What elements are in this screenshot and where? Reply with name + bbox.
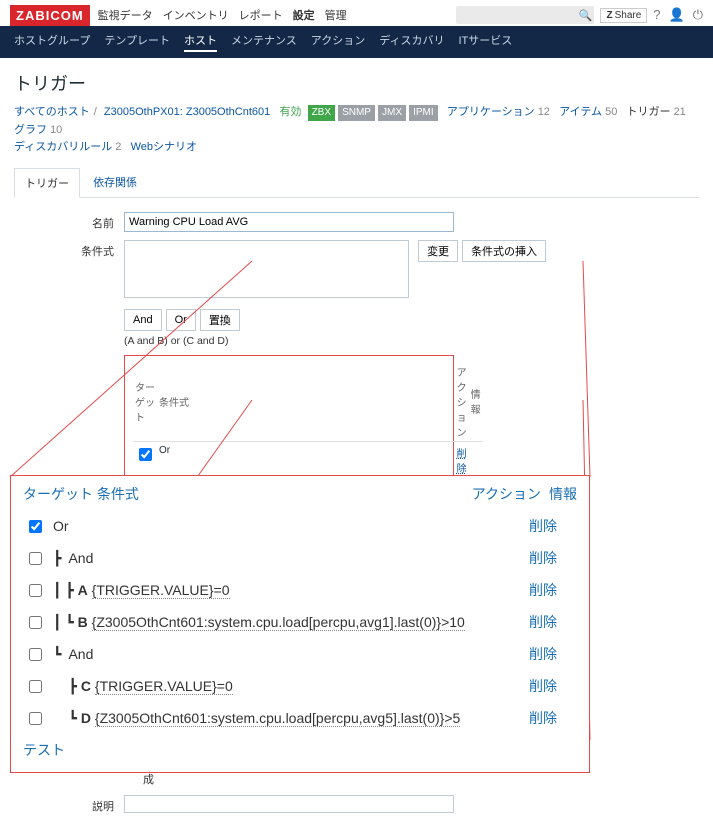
th-expr: 条件式 (157, 362, 455, 442)
desc-textarea[interactable] (124, 795, 454, 813)
share-button[interactable]: Z Share (600, 8, 647, 23)
nav-reports[interactable]: レポート (239, 7, 283, 23)
zoom-row-checkbox[interactable] (29, 712, 42, 725)
subnav-hosts[interactable]: ホスト (184, 32, 217, 52)
crumb-all-hosts[interactable]: すべてのホスト (14, 106, 90, 118)
help-icon[interactable]: ? (653, 7, 660, 23)
subnav-hostgroups[interactable]: ホストグループ (14, 32, 90, 52)
sub-nav: ホストグループ テンプレート ホスト メンテナンス アクション ディスカバリ I… (0, 26, 713, 58)
zoom-delete-link[interactable]: 削除 (529, 678, 557, 694)
crumb-items[interactable]: アイテム 50 (559, 106, 617, 118)
insert-expr-button[interactable]: 条件式の挿入 (462, 240, 546, 262)
chip-zbx: ZBX (308, 105, 335, 121)
label-desc: 説明 (14, 795, 124, 814)
zoom-delete-link[interactable]: 削除 (529, 614, 557, 630)
nav-monitoring[interactable]: 監視データ (98, 7, 153, 23)
subnav-actions[interactable]: アクション (311, 32, 365, 52)
logout-icon[interactable]: ⏻ (693, 7, 703, 23)
zoom-row-checkbox[interactable] (29, 616, 42, 629)
name-input[interactable] (124, 212, 454, 232)
zoom-expr-row: ┣ And削除 (23, 542, 577, 574)
subnav-discovery[interactable]: ディスカバリ (379, 32, 444, 52)
subnav-maintenance[interactable]: メンテナンス (231, 32, 297, 52)
zoom-th-expr: 条件式 (97, 484, 139, 504)
breadcrumb: すべてのホスト/ Z3005OthPX01: Z3005OthCnt601 有効… (14, 104, 699, 157)
label-name: 名前 (14, 212, 124, 231)
th-action: アクション (455, 362, 469, 442)
zoom-delete-link[interactable]: 削除 (529, 710, 557, 726)
nav-inventory[interactable]: インベントリ (163, 7, 229, 23)
or-button[interactable]: Or (166, 309, 196, 331)
chip-ipmi: IPMI (409, 105, 438, 121)
zoom-panel: ターゲット 条件式 アクション 情報 Or削除┣ And削除┃ ┣ A {TRI… (10, 475, 590, 773)
search-box[interactable]: 🔍 (456, 6, 594, 24)
zoom-th-action: アクション (472, 484, 541, 504)
zoom-row-checkbox[interactable] (29, 680, 42, 693)
zoom-delete-link[interactable]: 削除 (529, 550, 557, 566)
zoom-expr-row: ┃ ┗ B {Z3005OthCnt601:system.cpu.load[pe… (23, 606, 577, 638)
crumb-web[interactable]: Webシナリオ (131, 141, 197, 153)
page-title: トリガー (14, 70, 699, 96)
chip-snmp: SNMP (338, 105, 375, 121)
chip-jmx: JMX (378, 105, 406, 121)
tab-trigger[interactable]: トリガー (14, 168, 80, 198)
th-target: ターゲット (133, 362, 157, 442)
zoom-th-info: 情報 (549, 484, 577, 504)
crumb-triggers: トリガー 21 (627, 106, 686, 118)
nav-config[interactable]: 設定 (293, 7, 315, 23)
expr-textarea[interactable] (124, 240, 409, 298)
zoom-expr-row: ┃ ┣ A {TRIGGER.VALUE}=0削除 (23, 574, 577, 606)
zoom-row-checkbox[interactable] (29, 648, 42, 661)
zoom-row-checkbox[interactable] (29, 520, 42, 533)
zoom-delete-link[interactable]: 削除 (529, 582, 557, 598)
top-nav: 監視データ インベントリ レポート 設定 管理 (98, 7, 347, 23)
zoom-delete-link[interactable]: 削除 (529, 518, 557, 534)
replace-button[interactable]: 置換 (200, 309, 240, 331)
zoom-expr-row: ┗ And削除 (23, 638, 577, 670)
zoom-row-checkbox[interactable] (29, 584, 42, 597)
zoom-row-checkbox[interactable] (29, 552, 42, 565)
tab-deps[interactable]: 依存関係 (83, 168, 147, 196)
brand-logo: ZABICOM (10, 5, 90, 26)
form-tabs: トリガー 依存関係 (14, 167, 699, 198)
th-info: 情報 (469, 362, 483, 442)
search-input[interactable] (456, 6, 576, 24)
expr-row: Or削除 (133, 441, 483, 478)
crumb-host[interactable]: Z3005OthPX01: Z3005OthCnt601 (104, 106, 270, 118)
zoom-expr-row: Or削除 (23, 510, 577, 542)
and-button[interactable]: And (124, 309, 162, 331)
zoom-expr-row: ┣ C {TRIGGER.VALUE}=0削除 (23, 670, 577, 702)
crumb-graphs[interactable]: グラフ 10 (14, 124, 62, 136)
nav-admin[interactable]: 管理 (325, 7, 347, 23)
status-enabled: 有効 (279, 106, 301, 118)
delete-link[interactable]: 削除 (457, 449, 467, 475)
subnav-itservices[interactable]: ITサービス (458, 32, 512, 52)
label-expr: 条件式 (14, 240, 124, 259)
change-button[interactable]: 変更 (418, 240, 458, 262)
crumb-apps[interactable]: アプリケーション 12 (447, 106, 550, 118)
zoom-th-target: ターゲット (23, 484, 93, 504)
zoom-test-link[interactable]: テスト (23, 740, 65, 760)
crumb-discovery[interactable]: ディスカバリルール 2 (14, 141, 121, 153)
user-icon[interactable]: 👤 (669, 7, 685, 23)
zoom-delete-link[interactable]: 削除 (529, 646, 557, 662)
search-icon[interactable]: 🔍 (576, 9, 594, 22)
subnav-templates[interactable]: テンプレート (104, 32, 170, 52)
zoom-expr-row: ┗ D {Z3005OthCnt601:system.cpu.load[perc… (23, 702, 577, 734)
expr-hint: (A and B) or (C and D) (124, 335, 699, 347)
expr-row-checkbox[interactable] (139, 448, 152, 461)
